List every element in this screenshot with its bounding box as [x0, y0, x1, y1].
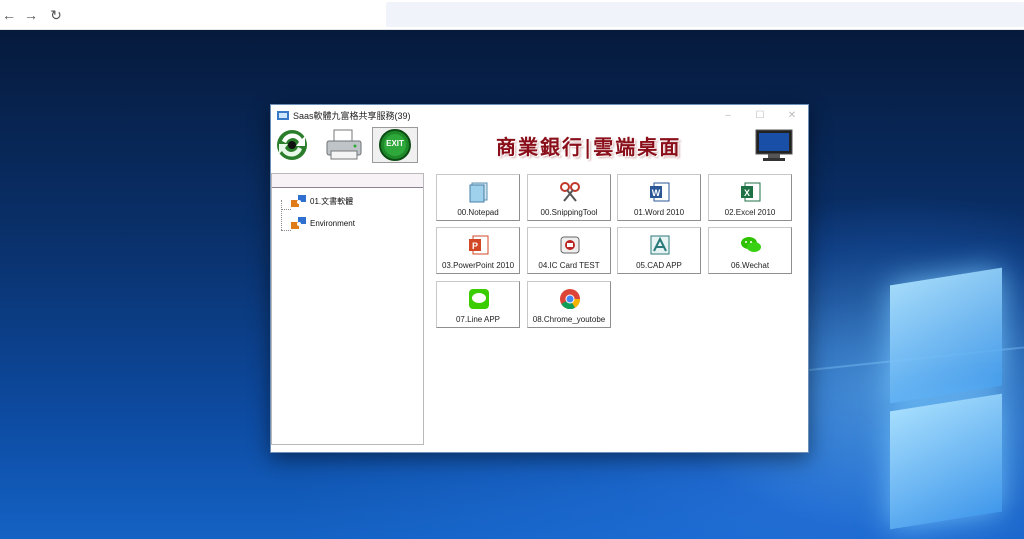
ic-card-icon	[560, 236, 580, 254]
app-tile-ic-card[interactable]: 04.IC Card TEST	[527, 227, 611, 274]
app-tile-notepad[interactable]: 00.Notepad	[436, 174, 520, 221]
app-tile-label: 07.Line APP	[455, 315, 501, 324]
app-tile-label: 03.PowerPoint 2010	[441, 261, 515, 270]
app-tile-label: 01.Word 2010	[633, 208, 685, 217]
tree-item-label: 01.文書軟體	[310, 196, 354, 206]
exit-label: EXIT	[386, 139, 404, 148]
app-tile-excel[interactable]: X 02.Excel 2010	[708, 174, 792, 221]
monitor-icon	[755, 129, 793, 161]
window-titlebar: Saas軟體九富格共享服務(39) – ☐ ✕	[271, 105, 808, 127]
print-button[interactable]	[322, 127, 368, 163]
app-tile-wechat[interactable]: 06.Wechat	[708, 227, 792, 274]
banner-title: 商業銀行|雲端桌面	[496, 135, 682, 159]
browser-toolbar: ← → ↻	[0, 0, 1024, 30]
app-group-icon	[291, 217, 306, 229]
app-tile-word[interactable]: W 01.Word 2010	[617, 174, 701, 221]
exit-button[interactable]: EXIT	[372, 127, 418, 163]
app-tile-label: 05.CAD APP	[636, 261, 682, 270]
app-launcher-window: Saas軟體九富格共享服務(39) – ☐ ✕ EXIT 商業銀行|雲端桌面 0…	[270, 104, 809, 453]
app-tile-snippingtool[interactable]: 00.SnippingTool	[527, 174, 611, 221]
app-tile-label: 02.Excel 2010	[724, 208, 776, 217]
word-icon: W	[650, 182, 670, 202]
excel-icon: X	[741, 182, 761, 202]
tree-connector	[281, 200, 282, 230]
scissors-icon	[560, 182, 580, 202]
tree-item-environment[interactable]: Environment	[290, 214, 355, 232]
app-tile-line[interactable]: 07.Line APP	[436, 281, 520, 328]
tree-item-label: Environment	[310, 218, 355, 228]
tree-item-documents[interactable]: 01.文書軟體	[290, 192, 353, 210]
powerpoint-icon: P	[469, 235, 489, 255]
desktop-monitor-button[interactable]	[754, 127, 794, 163]
address-bar[interactable]	[386, 2, 1024, 27]
tree-search-field[interactable]	[272, 174, 423, 188]
category-tree: 01.文書軟體 Environment	[271, 173, 424, 445]
svg-text:P: P	[472, 241, 478, 251]
wechat-icon	[741, 237, 761, 252]
app-tile-label: 00.SnippingTool	[540, 208, 598, 217]
close-button[interactable]: ✕	[777, 107, 807, 125]
svg-text:W: W	[652, 188, 661, 198]
reload-icon[interactable]: ↻	[47, 6, 65, 24]
notepad-icon	[469, 182, 488, 203]
app-tile-powerpoint[interactable]: P 03.PowerPoint 2010	[436, 227, 520, 274]
forward-arrow-icon[interactable]: →	[22, 6, 40, 24]
window-title: Saas軟體九富格共享服務(39)	[293, 111, 411, 121]
maximize-button[interactable]: ☐	[745, 107, 775, 125]
app-tile-label: 00.Notepad	[457, 208, 499, 217]
sync-icon	[277, 130, 307, 160]
windows-logo	[886, 262, 1024, 539]
minimize-button[interactable]: –	[713, 107, 743, 125]
app-title-icon	[277, 111, 289, 120]
cad-icon	[650, 235, 670, 255]
app-tile-chrome[interactable]: 08.Chrome_youtobe	[527, 281, 611, 328]
line-icon	[469, 289, 489, 309]
app-tile-label: 08.Chrome_youtobe	[532, 315, 606, 324]
app-tile-label: 04.IC Card TEST	[538, 261, 600, 270]
app-tile-label: 06.Wechat	[730, 261, 770, 270]
chrome-icon	[560, 289, 581, 310]
sync-button[interactable]	[272, 127, 318, 163]
printer-icon	[326, 129, 362, 160]
app-tile-cad[interactable]: 05.CAD APP	[617, 227, 701, 274]
app-group-icon	[291, 195, 306, 207]
svg-text:X: X	[744, 188, 750, 198]
back-arrow-icon[interactable]: ←	[0, 6, 18, 24]
